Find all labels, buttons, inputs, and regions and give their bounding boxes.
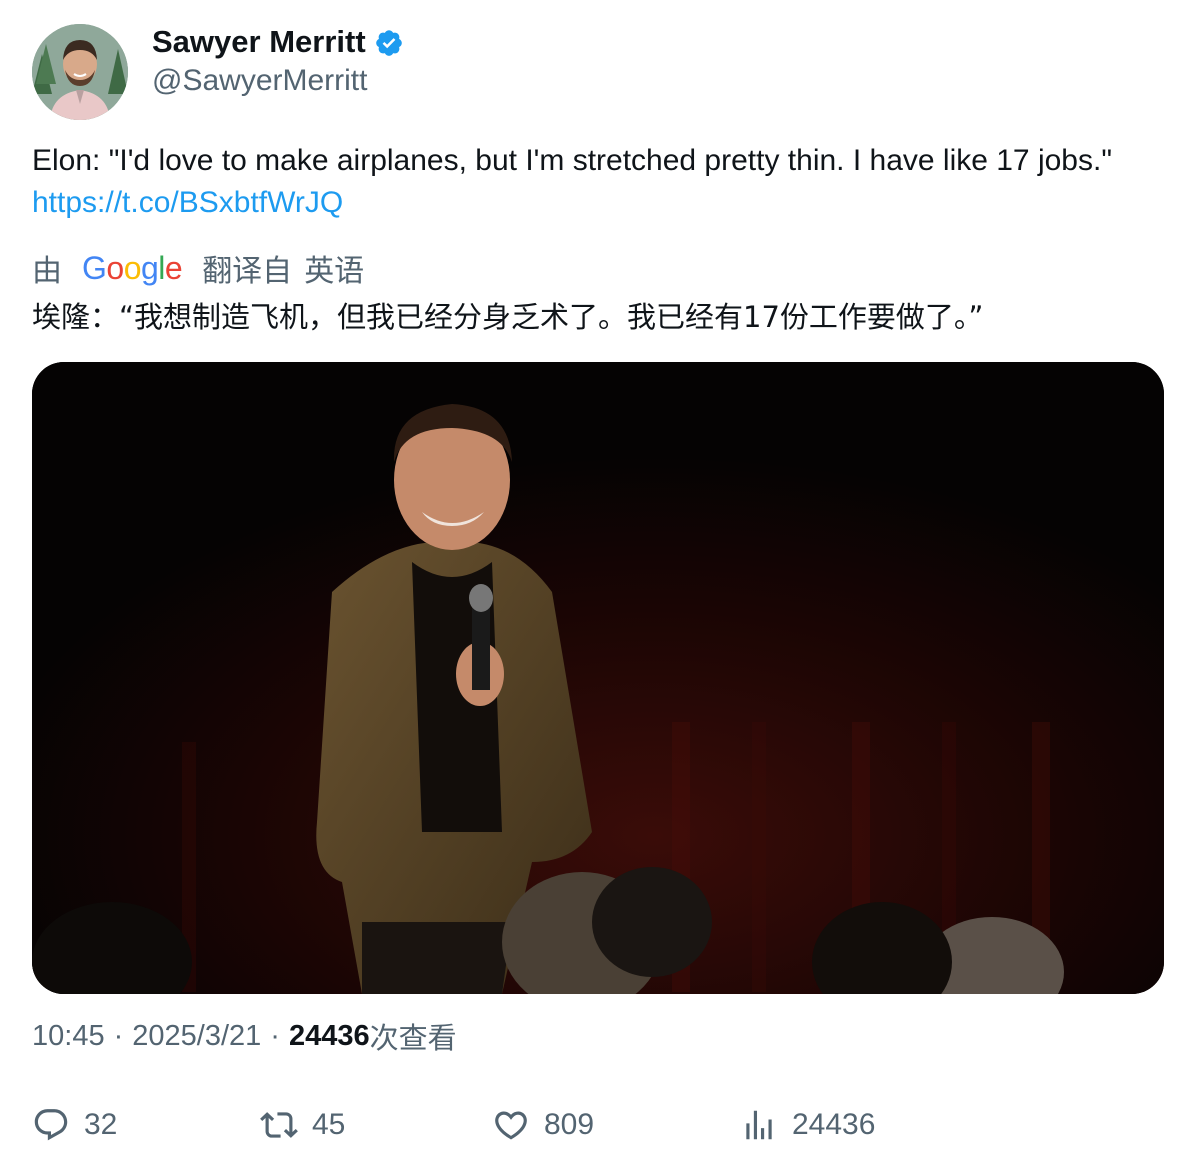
reply-icon <box>34 1109 68 1141</box>
author-handle[interactable]: @SawyerMerritt <box>152 64 404 98</box>
views-action-count: 24436 <box>792 1108 876 1141</box>
tweet-actions: 32 45 809 24436 <box>32 1100 1132 1150</box>
views-icon <box>746 1110 772 1140</box>
author-display-name[interactable]: Sawyer Merritt <box>152 24 366 60</box>
translated-text: 埃隆：“我想制造飞机，但我已经分身乏术了。我已经有17份工作要做了。” <box>32 300 984 334</box>
translation-attribution: 由 Google 翻译自 英语 <box>32 246 364 290</box>
author-names: Sawyer Merritt @SawyerMerritt <box>152 24 404 98</box>
like-button[interactable]: 809 <box>492 1100 594 1150</box>
author-avatar[interactable] <box>32 24 128 120</box>
retweet-icon <box>260 1112 298 1138</box>
reply-button[interactable]: 32 <box>32 1100 117 1150</box>
tweet-body: Elon: "I'd love to make airplanes, but I… <box>32 144 1112 177</box>
retweet-count: 45 <box>312 1108 346 1141</box>
google-logo[interactable]: Google <box>82 250 183 287</box>
translation-by-label: 由 <box>32 254 62 289</box>
tweet-media-image[interactable] <box>32 362 1164 994</box>
tweet-time[interactable]: 10:45 <box>32 1020 105 1053</box>
verified-badge-icon <box>375 30 402 56</box>
translated-from-label: 翻译自 <box>202 254 293 289</box>
tweet-date[interactable]: 2025/3/21 <box>132 1020 261 1053</box>
meta-separator-2: · <box>270 1019 280 1052</box>
meta-separator: · <box>113 1019 124 1052</box>
tweet-header: Sawyer Merritt @SawyerMerritt <box>32 24 404 120</box>
tweet-text: Elon: "I'd love to make airplanes, but I… <box>32 140 1152 224</box>
retweet-button[interactable]: 45 <box>260 1100 345 1150</box>
tweet-link[interactable]: https://t.co/BSxbtfWrJQ <box>32 186 343 219</box>
source-language: 英语 <box>304 254 365 289</box>
name-row: Sawyer Merritt <box>152 24 404 60</box>
like-count: 809 <box>544 1108 595 1141</box>
views-button[interactable]: 24436 <box>740 1100 875 1150</box>
reply-count: 32 <box>84 1108 118 1141</box>
like-icon <box>495 1111 527 1140</box>
tweet-meta: 10:45 · 2025/3/21 · 24436 次查看 <box>32 1016 457 1056</box>
views-label: 次查看 <box>369 1021 457 1055</box>
views-count: 24436 <box>288 1019 370 1052</box>
